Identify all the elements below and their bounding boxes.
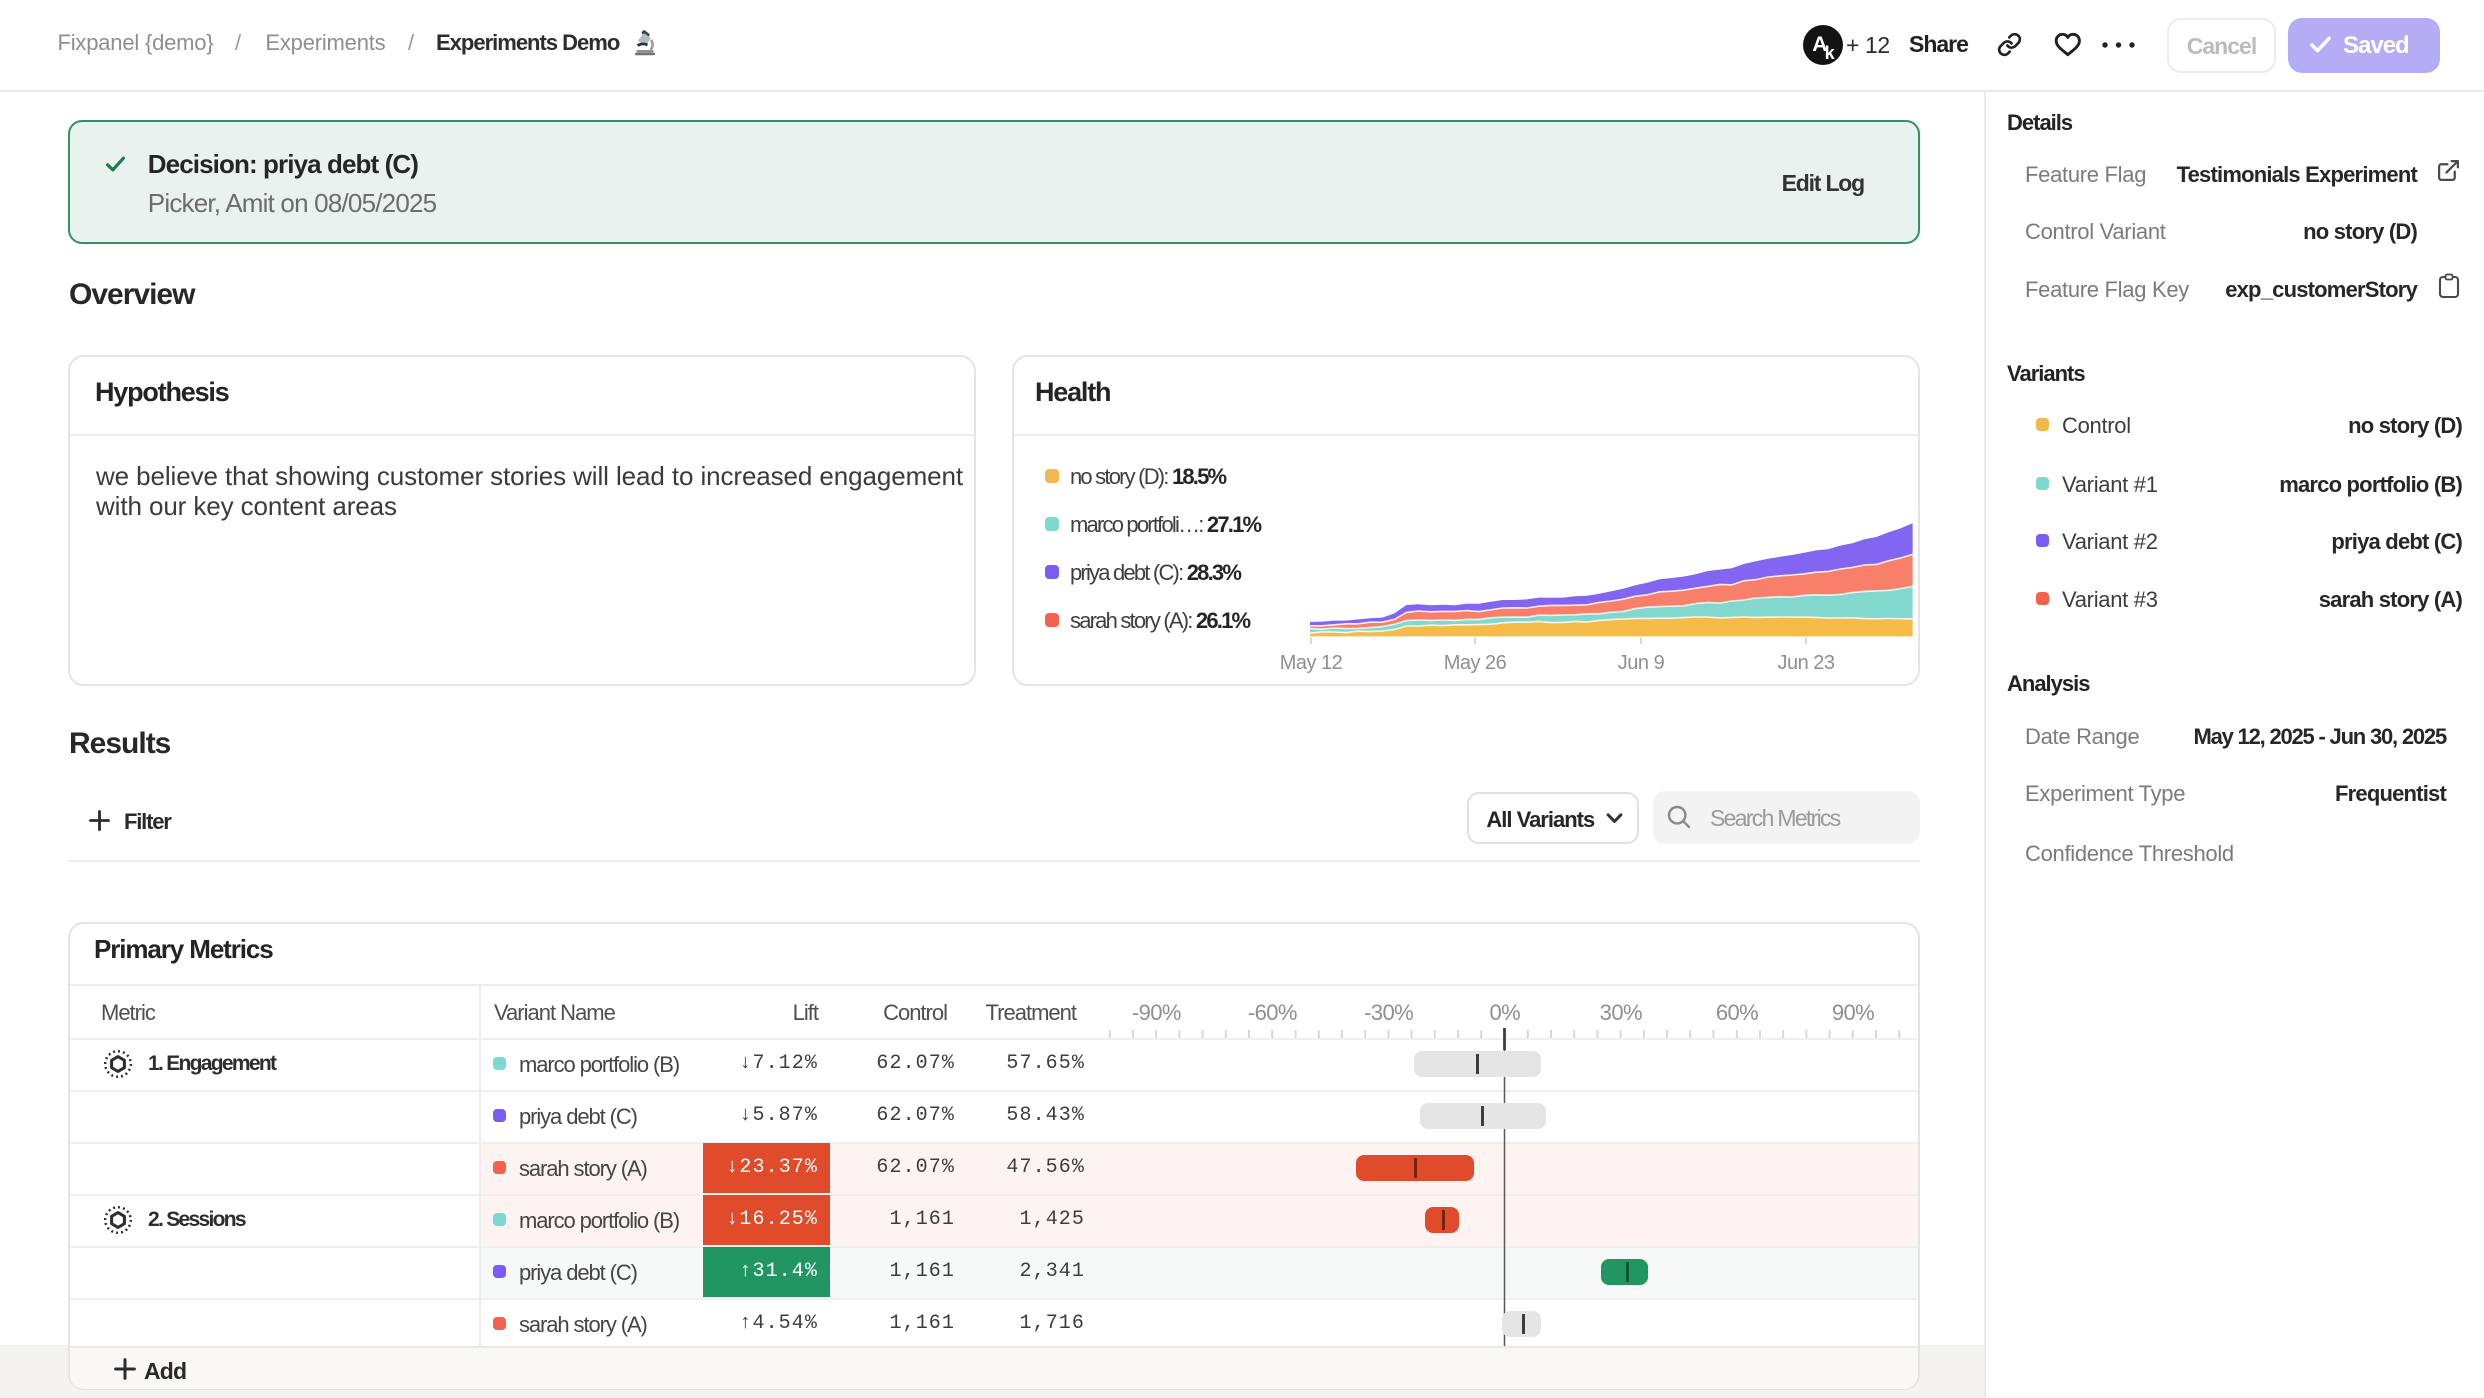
svg-text:k: k [1825,43,1836,63]
